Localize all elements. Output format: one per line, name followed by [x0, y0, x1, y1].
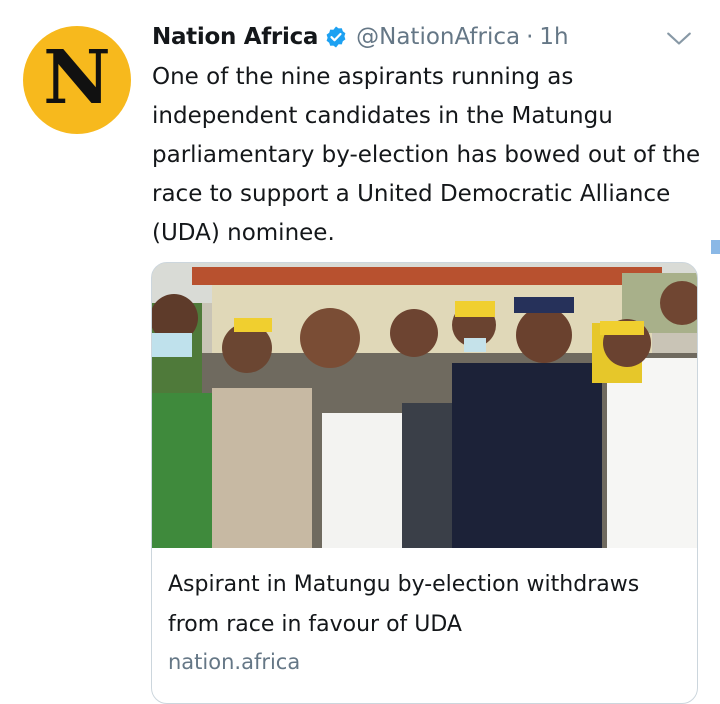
card-photo [152, 263, 697, 548]
handle[interactable]: @NationAfrica [356, 20, 520, 54]
tweet-header: Nation Africa @NationAfrica · 1h [152, 20, 569, 54]
avatar[interactable]: N [23, 26, 131, 134]
chevron-down-icon [667, 32, 691, 45]
avatar-logo-letter: N [43, 35, 111, 121]
tweet-menu-button[interactable] [664, 26, 694, 52]
verified-badge-icon [324, 25, 348, 49]
display-name[interactable]: Nation Africa [152, 20, 318, 54]
timestamp[interactable]: 1h [539, 20, 568, 54]
scroll-indicator [711, 240, 720, 254]
link-card[interactable]: Aspirant in Matungu by-election withdraw… [151, 262, 698, 704]
separator-dot: · [526, 24, 534, 50]
tweet-text: One of the nine aspirants running as ind… [152, 64, 701, 246]
card-domain: nation.africa [168, 650, 301, 674]
tweet[interactable]: N Nation Africa @NationAfrica · 1h One o… [0, 0, 720, 704]
card-title: Aspirant in Matungu by-election withdraw… [168, 572, 640, 637]
